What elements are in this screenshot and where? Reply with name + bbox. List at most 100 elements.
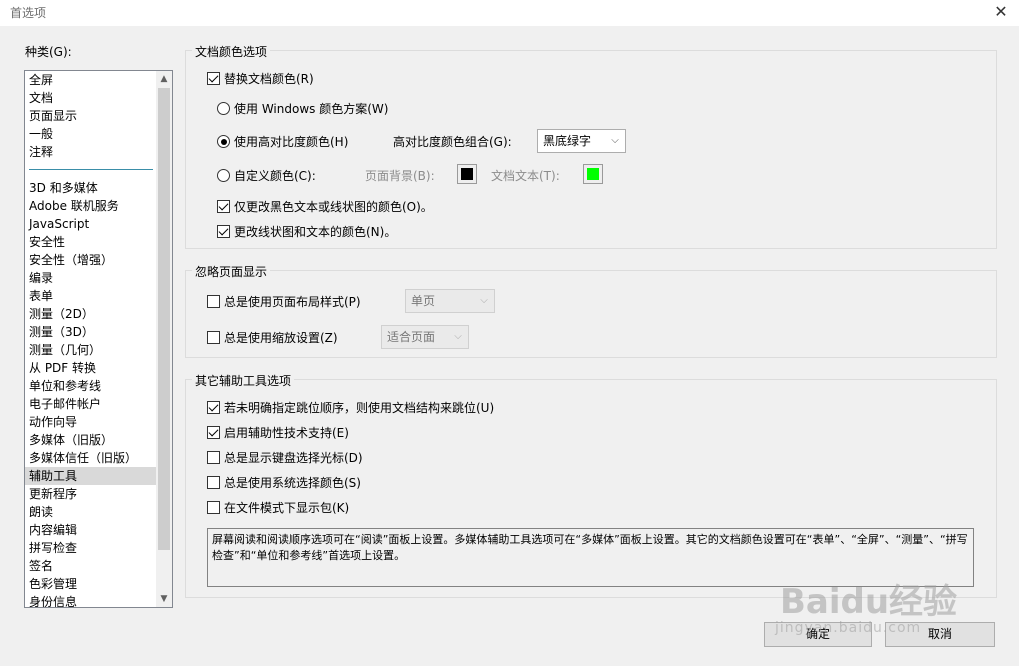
category-item[interactable]: 电子邮件帐户 <box>25 395 157 413</box>
zoom-box[interactable] <box>207 331 220 344</box>
category-item[interactable]: 拼写检查 <box>25 539 157 557</box>
system-selection-color-label: 总是使用系统选择颜色(S) <box>224 476 361 490</box>
zoom-value: 适合页面 <box>387 330 436 344</box>
doc-colors-title: 文档颜色选项 <box>192 43 271 60</box>
page-bg-swatch[interactable] <box>457 164 477 184</box>
use-high-contrast-label: 使用高对比度颜色(H) <box>234 135 349 149</box>
window-title: 首选项 <box>10 6 47 20</box>
zoom-label: 总是使用缩放设置(Z) <box>224 331 338 345</box>
other-options-title: 其它辅助工具选项 <box>192 372 295 389</box>
change-line-art-checkbox[interactable]: 更改线状图和文本的颜色(N)。 <box>217 223 396 240</box>
zoom-checkbox[interactable]: 总是使用缩放设置(Z) <box>207 329 338 346</box>
replace-colors-checkbox[interactable]: 替换文档颜色(R) <box>207 70 314 87</box>
chevron-down-icon: ⌵ <box>611 135 619 146</box>
category-item[interactable]: 朗读 <box>25 503 157 521</box>
close-icon[interactable]: ✕ <box>991 3 1011 21</box>
category-item[interactable]: 编录 <box>25 269 157 287</box>
title-bar: 首选项 ✕ <box>0 0 1019 26</box>
keyboard-cursor-checkbox[interactable]: 总是显示键盘选择光标(D) <box>207 449 363 466</box>
custom-color-radio-dot[interactable] <box>217 169 230 182</box>
page-layout-box[interactable] <box>207 295 220 308</box>
change-line-art-label: 更改线状图和文本的颜色(N)。 <box>234 225 397 239</box>
category-separator <box>25 161 157 179</box>
category-item[interactable]: 文档 <box>25 89 157 107</box>
category-item[interactable]: 签名 <box>25 557 157 575</box>
ok-button[interactable]: 确定 <box>764 622 872 647</box>
keyboard-cursor-label: 总是显示键盘选择光标(D) <box>224 451 363 465</box>
category-item[interactable]: 多媒体信任（旧版） <box>25 449 157 467</box>
page-bg-label: 页面背景(B): <box>365 169 435 183</box>
scroll-down-icon[interactable]: ▼ <box>156 591 172 607</box>
category-item[interactable]: JavaScript <box>25 215 157 233</box>
show-portfolio-box[interactable] <box>207 501 220 514</box>
scroll-thumb[interactable] <box>158 88 170 550</box>
show-portfolio-label: 在文件模式下显示包(K) <box>224 501 350 515</box>
page-layout-label: 总是使用页面布局样式(P) <box>224 295 361 309</box>
category-item[interactable]: 表单 <box>25 287 157 305</box>
tab-order-label: 若未明确指定跳位顺序，则使用文档结构来跳位(U) <box>224 401 495 415</box>
category-item[interactable]: 身份信息 <box>25 593 157 607</box>
page-bg-color <box>461 168 473 180</box>
category-item[interactable]: 一般 <box>25 125 157 143</box>
high-contrast-combo[interactable]: 黑底绿字 ⌵ <box>537 129 626 153</box>
category-item[interactable]: 3D 和多媒体 <box>25 179 157 197</box>
category-item[interactable]: 测量（2D） <box>25 305 157 323</box>
use-windows-radio[interactable]: 使用 Windows 颜色方案(W) <box>217 100 388 117</box>
doc-text-swatch[interactable] <box>583 164 603 184</box>
tab-order-checkbox[interactable]: 若未明确指定跳位顺序，则使用文档结构来跳位(U) <box>207 399 494 416</box>
only-black-text-box[interactable] <box>217 200 230 213</box>
info-text: 屏幕阅读和阅读顺序选项可在“阅读”面板上设置。多媒体辅助工具选项可在“多媒体”面… <box>207 528 974 587</box>
category-item[interactable]: 页面显示 <box>25 107 157 125</box>
use-high-contrast-radio-dot[interactable] <box>217 135 230 148</box>
use-high-contrast-radio[interactable]: 使用高对比度颜色(H) <box>217 133 348 150</box>
category-item[interactable]: 安全性（增强） <box>25 251 157 269</box>
category-item[interactable]: 更新程序 <box>25 485 157 503</box>
category-item[interactable]: 内容编辑 <box>25 521 157 539</box>
category-item[interactable]: 多媒体（旧版） <box>25 431 157 449</box>
show-portfolio-checkbox[interactable]: 在文件模式下显示包(K) <box>207 499 349 516</box>
page-layout-checkbox[interactable]: 总是使用页面布局样式(P) <box>207 293 361 310</box>
category-list-items: 全屏 文档 页面显示 一般 注释 3D 和多媒体 Adobe 联机服务 JavaScript 安… <box>25 71 157 607</box>
category-item[interactable]: 测量（3D） <box>25 323 157 341</box>
tab-order-box[interactable] <box>207 401 220 414</box>
category-label: 种类(G): <box>25 45 72 59</box>
category-item[interactable]: 安全性 <box>25 233 157 251</box>
scroll-up-icon[interactable]: ▲ <box>156 71 172 87</box>
category-item[interactable]: 色彩管理 <box>25 575 157 593</box>
category-item[interactable]: 单位和参考线 <box>25 377 157 395</box>
doc-text-label: 文档文本(T): <box>491 169 560 183</box>
only-black-text-checkbox[interactable]: 仅更改黑色文本或线状图的颜色(O)。 <box>217 198 433 215</box>
keyboard-cursor-box[interactable] <box>207 451 220 464</box>
category-item[interactable]: 全屏 <box>25 71 157 89</box>
use-windows-radio-dot[interactable] <box>217 102 230 115</box>
list-scrollbar[interactable]: ▲ ▼ <box>156 71 172 607</box>
change-line-art-box[interactable] <box>217 225 230 238</box>
replace-colors-label: 替换文档颜色(R) <box>224 72 314 86</box>
high-contrast-combo-label: 高对比度颜色组合(G): <box>393 135 512 149</box>
custom-color-label: 自定义颜色(C): <box>234 169 316 183</box>
category-item[interactable]: 测量（几何） <box>25 341 157 359</box>
assistive-tech-box[interactable] <box>207 426 220 439</box>
cancel-button[interactable]: 取消 <box>885 622 995 647</box>
doc-text-color <box>587 168 599 180</box>
high-contrast-combo-value: 黑底绿字 <box>543 134 592 148</box>
assistive-tech-checkbox[interactable]: 启用辅助性技术支持(E) <box>207 424 349 441</box>
chevron-down-icon: ⌵ <box>480 295 488 306</box>
only-black-text-label: 仅更改黑色文本或线状图的颜色(O)。 <box>234 200 433 214</box>
category-item[interactable]: Adobe 联机服务 <box>25 197 157 215</box>
category-list[interactable]: 全屏 文档 页面显示 一般 注释 3D 和多媒体 Adobe 联机服务 JavaScript 安… <box>24 70 173 608</box>
override-display-title: 忽略页面显示 <box>192 263 271 280</box>
replace-colors-box[interactable] <box>207 72 220 85</box>
category-item-selected[interactable]: 辅助工具 <box>25 467 157 485</box>
system-selection-color-box[interactable] <box>207 476 220 489</box>
zoom-select[interactable]: 适合页面 ⌵ <box>381 325 469 349</box>
category-item[interactable]: 注释 <box>25 143 157 161</box>
page-layout-select[interactable]: 单页 ⌵ <box>405 289 495 313</box>
chevron-down-icon: ⌵ <box>454 331 462 342</box>
system-selection-color-checkbox[interactable]: 总是使用系统选择颜色(S) <box>207 474 361 491</box>
category-item[interactable]: 动作向导 <box>25 413 157 431</box>
page-layout-value: 单页 <box>411 294 436 308</box>
custom-color-radio[interactable]: 自定义颜色(C): <box>217 167 316 184</box>
category-item[interactable]: 从 PDF 转换 <box>25 359 157 377</box>
assistive-tech-label: 启用辅助性技术支持(E) <box>224 426 349 440</box>
